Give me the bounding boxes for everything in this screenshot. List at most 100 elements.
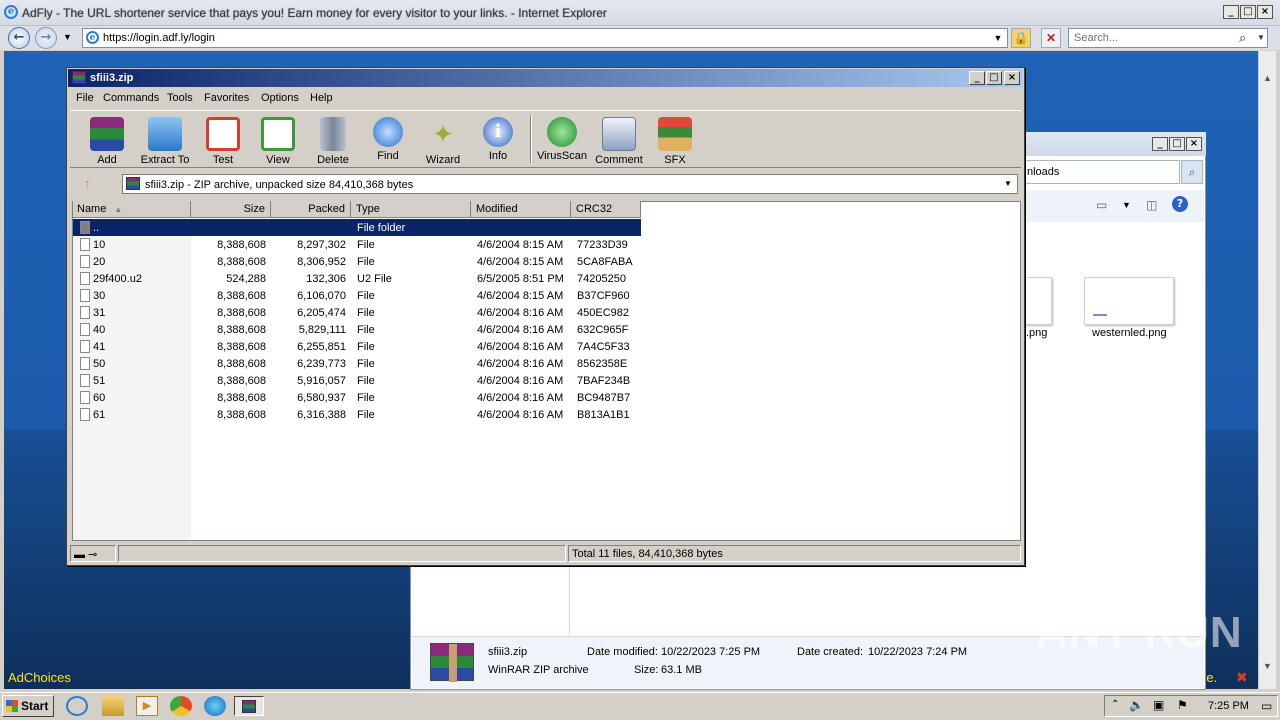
start-button[interactable]: Start [2, 695, 54, 717]
network-icon[interactable]: ▣ [1153, 698, 1164, 712]
adchoices-link[interactable]: AdChoices [8, 670, 71, 685]
detail-size: 63.1 MB [661, 664, 702, 676]
taskbar-winrar-button[interactable] [234, 696, 264, 716]
sfx-button[interactable]: SFX [647, 117, 703, 166]
taskbar-edge-icon[interactable] [204, 696, 226, 716]
recent-pages-dropdown-icon[interactable]: ▼ [63, 32, 72, 42]
taskbar-ie-icon[interactable] [66, 696, 88, 716]
path-dropdown-icon[interactable]: ▼ [1004, 179, 1012, 188]
modified-cell: 4/6/2004 8:16 AM [477, 375, 564, 387]
table-row[interactable]: 51 8,388,608 5,916,057 File 4/6/2004 8:16 AM… [73, 372, 641, 389]
view-book-icon [261, 117, 295, 151]
back-button[interactable]: ← [8, 27, 30, 49]
views-icon[interactable]: ▭ [1096, 198, 1107, 212]
menu-help[interactable]: Help [310, 92, 333, 104]
winrar-maximize-button[interactable]: □ [986, 71, 1002, 85]
volume-icon[interactable]: 🔈 [1129, 698, 1144, 712]
delete-button[interactable]: Delete [305, 117, 361, 166]
search-input[interactable]: Search... ⌕ ▼ [1068, 28, 1268, 48]
table-row[interactable]: 60 8,388,608 6,580,937 File 4/6/2004 8:16 AM… [73, 389, 641, 406]
table-row[interactable]: 10 8,388,608 8,297,302 File 4/6/2004 8:15 AM… [73, 236, 641, 253]
tray-expand-icon[interactable]: ⌃ [1111, 699, 1119, 710]
file-thumbnail-label[interactable]: .png [1026, 327, 1047, 339]
add-button[interactable]: Add [79, 117, 135, 166]
taskbar-chrome-icon[interactable] [170, 696, 192, 716]
menu-options[interactable]: Options [261, 92, 299, 104]
menu-favorites[interactable]: Favorites [204, 92, 249, 104]
search-icon[interactable]: ⌕ [1239, 30, 1246, 46]
col-header-modified[interactable]: Modified [471, 201, 571, 218]
file-thumbnail-label[interactable]: westernled.png [1092, 327, 1167, 339]
address-dropdown-icon[interactable]: ▼ [990, 29, 1006, 47]
crc-cell: 8562358E [577, 358, 628, 370]
winrar-minimize-button[interactable]: _ [969, 71, 985, 85]
find-button[interactable]: Find [360, 117, 416, 162]
search-dropdown-icon[interactable]: ▼ [1257, 33, 1265, 42]
ie-close-button[interactable]: × [1257, 5, 1273, 19]
virusscan-button[interactable]: VirusScan [534, 117, 590, 162]
test-button[interactable]: Test [195, 117, 251, 166]
name-cell: 50 [93, 358, 106, 370]
up-one-level-icon[interactable]: ↑ [84, 176, 91, 191]
explorer-search-icon[interactable]: ⌕ [1181, 160, 1203, 184]
ad-close-icon[interactable]: ✖ [1236, 670, 1248, 686]
help-icon[interactable]: ? [1172, 196, 1188, 212]
archive-path-field[interactable]: sfiii3.zip - ZIP archive, unpacked size … [122, 174, 1018, 194]
preview-pane-icon[interactable]: ◫ [1146, 198, 1157, 212]
address-bar[interactable]: e https://login.adf.ly/login [82, 28, 1008, 48]
col-header-name[interactable]: Name ▲ [73, 201, 191, 218]
col-header-crc32[interactable]: CRC32 [571, 201, 641, 218]
stop-button[interactable]: ✕ [1041, 28, 1061, 48]
view-button[interactable]: View [250, 117, 306, 166]
show-desktop-icon[interactable]: ▭ [1261, 699, 1272, 713]
taskbar-explorer-icon[interactable] [102, 696, 124, 716]
table-row[interactable]: 29f400.u2 524,288 132,306 U2 File 6/5/2005 8… [73, 270, 641, 287]
col-header-size[interactable]: Size [191, 201, 271, 218]
sfx-box-icon [658, 117, 692, 151]
status-drive-icon[interactable]: ▬ ⊸ [70, 545, 116, 562]
name-cell: 31 [93, 307, 106, 319]
menu-tools[interactable]: Tools [167, 92, 193, 104]
file-thumbnail[interactable] [1084, 277, 1174, 325]
menu-file[interactable]: File [76, 92, 94, 104]
windows-logo-icon [6, 700, 18, 712]
table-row[interactable]: 20 8,388,608 8,306,952 File 4/6/2004 8:15 AM… [73, 253, 641, 270]
explorer-close-button[interactable]: × [1186, 137, 1202, 151]
action-center-flag-icon[interactable]: ⚑ [1177, 698, 1188, 712]
explorer-address-bar[interactable]: nloads [1024, 160, 1180, 184]
explorer-minimize-button[interactable]: _ [1152, 137, 1168, 151]
file-thumbnail[interactable] [1024, 277, 1052, 325]
explorer-maximize-button[interactable]: □ [1169, 137, 1185, 151]
wizard-button[interactable]: ✦ Wizard [415, 117, 471, 166]
table-row[interactable]: 41 8,388,608 6,255,851 File 4/6/2004 8:16 AM… [73, 338, 641, 355]
page-scrollbar[interactable]: ▲ ▼ [1258, 51, 1276, 689]
forward-button[interactable]: → [35, 27, 57, 49]
col-header-packed[interactable]: Packed [271, 201, 351, 218]
taskbar-media-player-icon[interactable]: ▶ [136, 696, 158, 716]
table-row[interactable]: 40 8,388,608 5,829,111 File 4/6/2004 8:16 AM… [73, 321, 641, 338]
type-cell: File [357, 307, 375, 319]
info-button[interactable]: i Info [470, 117, 526, 162]
menu-commands[interactable]: Commands [103, 92, 159, 104]
clock[interactable]: 7:25 PM [1208, 700, 1249, 712]
extract-to-button[interactable]: Extract To [137, 117, 193, 166]
detail-date-created-label: Date created: [797, 646, 864, 658]
address-url: https://login.adf.ly/login [103, 32, 215, 44]
views-dropdown-icon[interactable]: ▼ [1122, 200, 1131, 210]
ie-maximize-button[interactable]: □ [1240, 5, 1256, 19]
table-row[interactable]: 30 8,388,608 6,106,070 File 4/6/2004 8:15 AM… [73, 287, 641, 304]
table-row[interactable]: 50 8,388,608 6,239,773 File 4/6/2004 8:16 AM… [73, 355, 641, 372]
ie-minimize-button[interactable]: _ [1223, 5, 1239, 19]
table-row[interactable]: .. File folder [73, 219, 641, 236]
sfx-label: SFX [664, 154, 686, 166]
scroll-down-icon[interactable]: ▼ [1263, 661, 1272, 671]
winrar-close-button[interactable]: × [1004, 71, 1020, 85]
scroll-up-icon[interactable]: ▲ [1263, 73, 1272, 83]
table-row[interactable]: 31 8,388,608 6,205,474 File 4/6/2004 8:16 AM… [73, 304, 641, 321]
table-row[interactable]: 61 8,388,608 6,316,388 File 4/6/2004 8:16 AM… [73, 406, 641, 423]
col-header-type[interactable]: Type [351, 201, 471, 218]
lock-icon[interactable]: 🔒 [1011, 28, 1031, 48]
winrar-title-bar[interactable]: sfiii3.zip _ □ × [68, 69, 1023, 87]
modified-cell: 6/5/2005 8:51 PM [477, 273, 564, 285]
comment-button[interactable]: Comment [591, 117, 647, 166]
